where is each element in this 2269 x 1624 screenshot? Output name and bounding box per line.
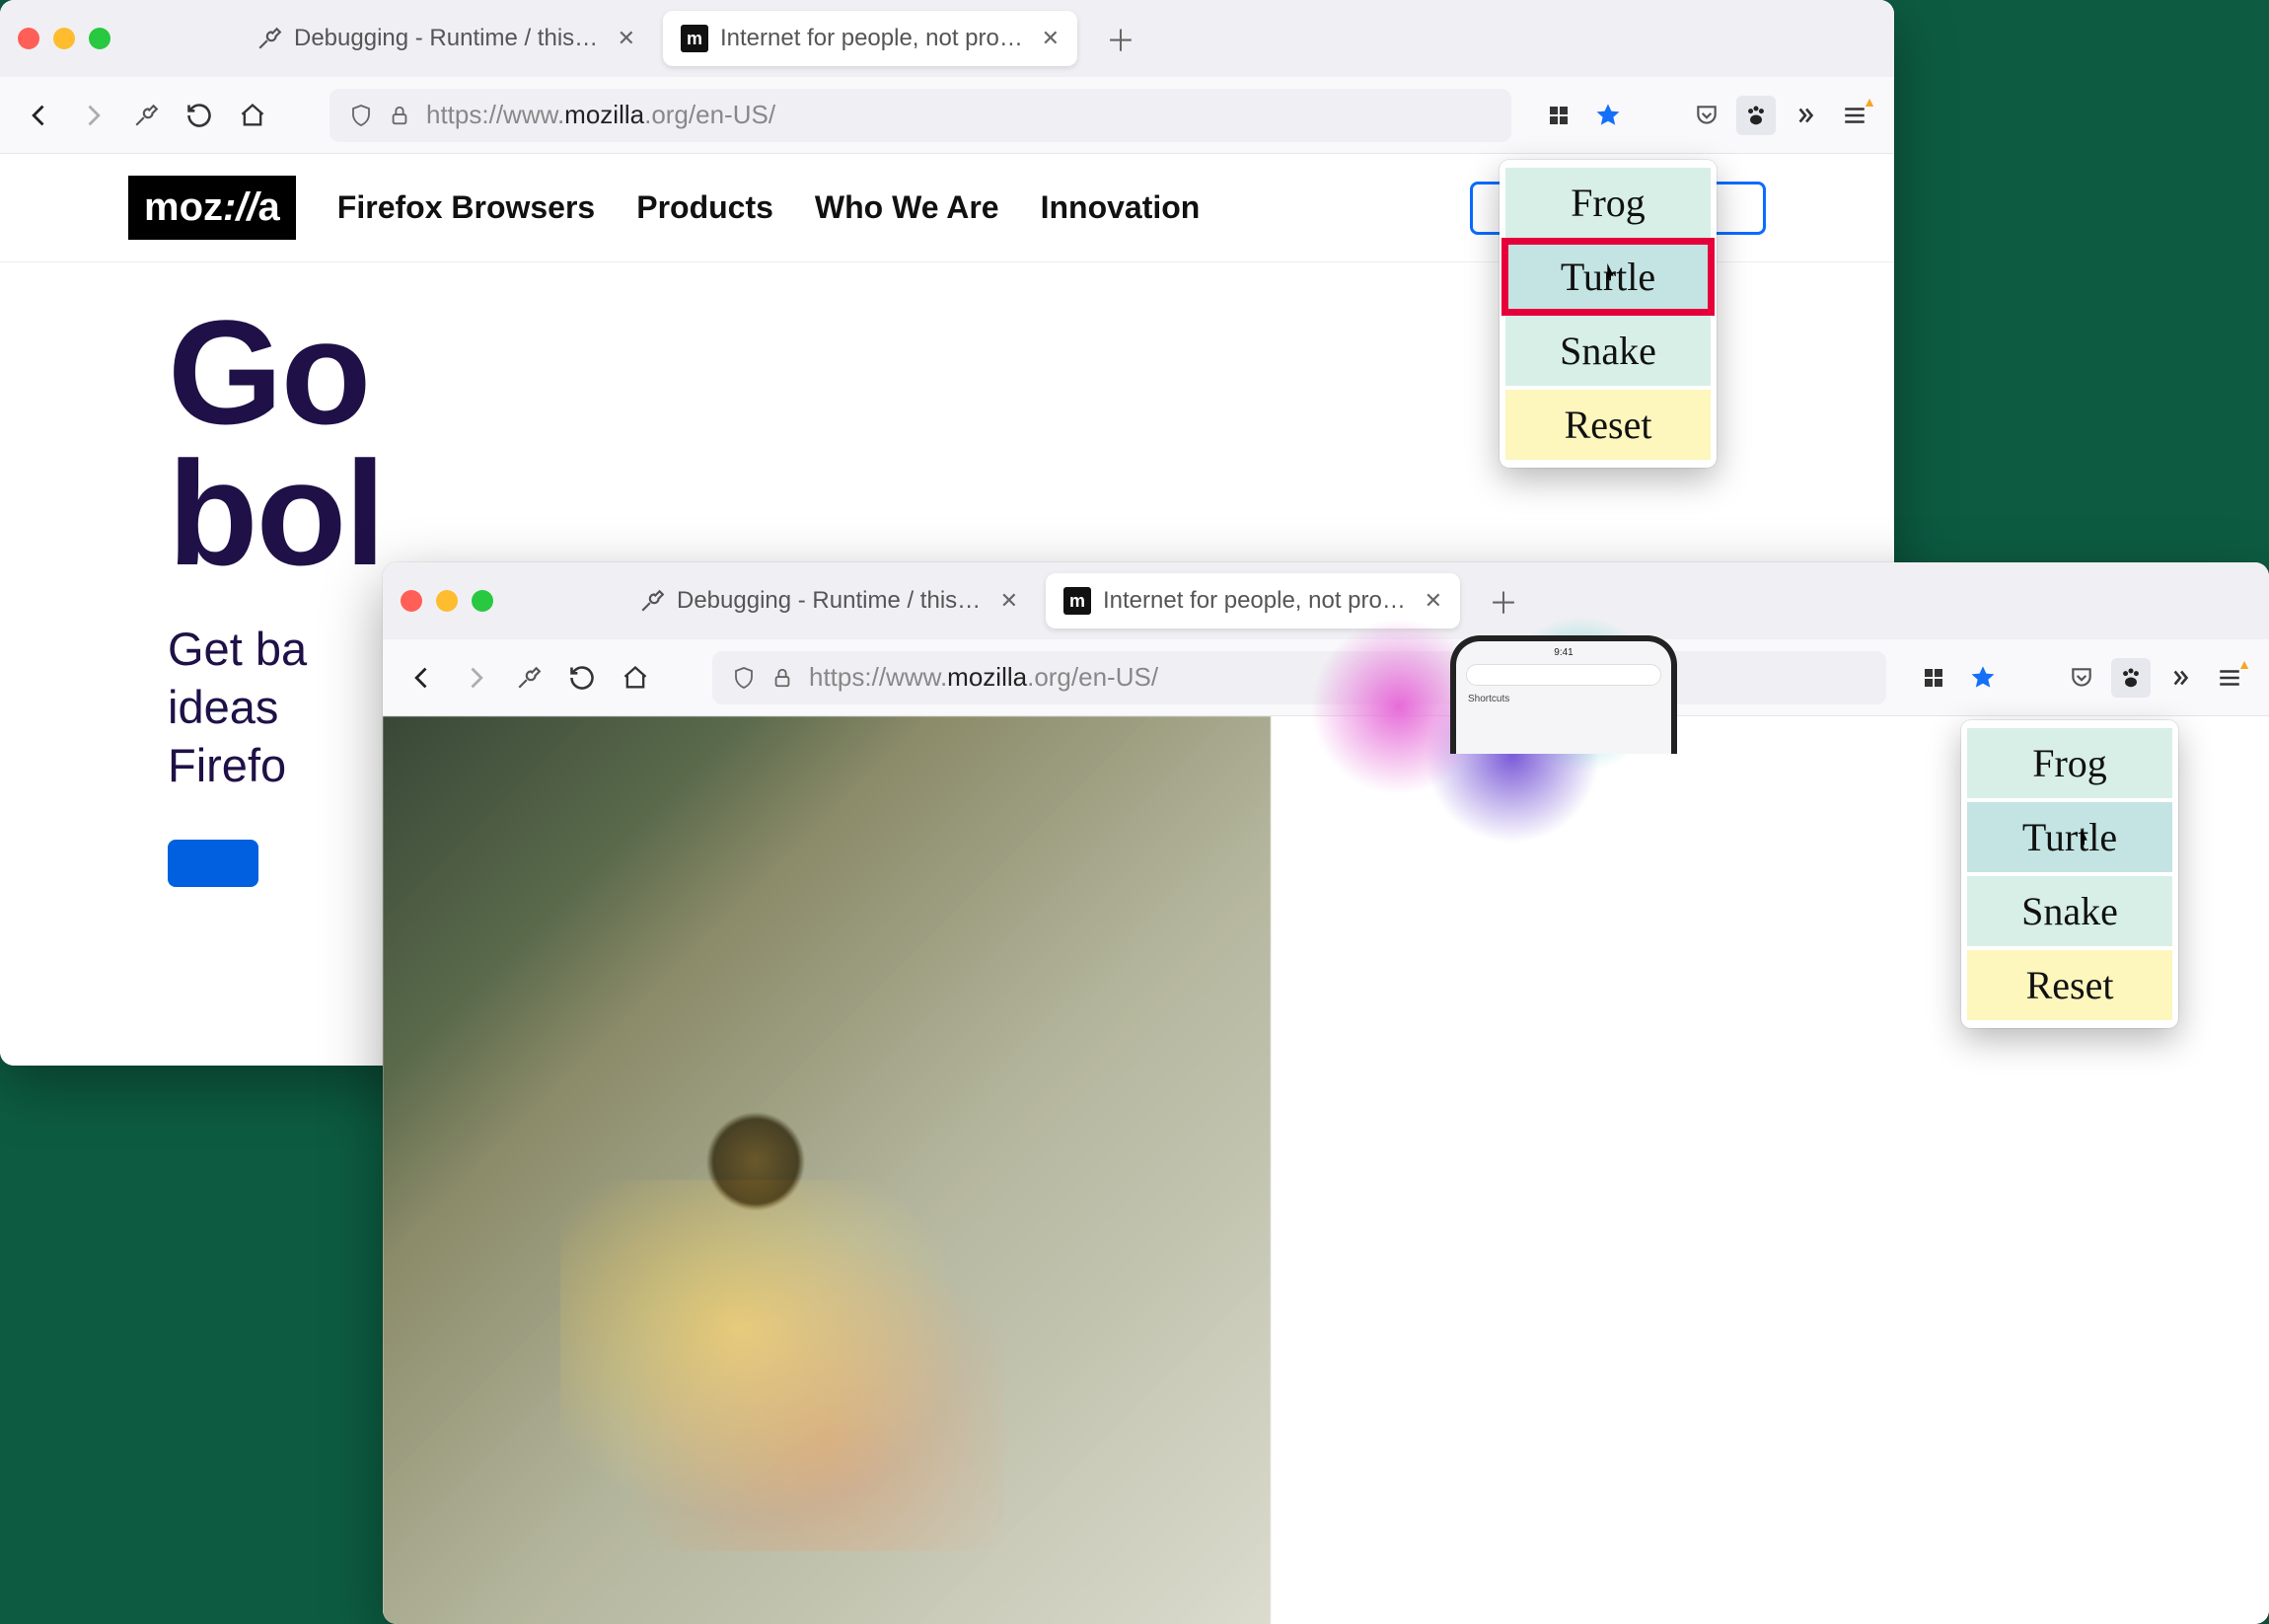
new-tab-button[interactable]: ＋	[1099, 17, 1142, 60]
overflow-icon[interactable]	[2160, 658, 2200, 698]
tab-debugging[interactable]: Debugging - Runtime / this-firefox ✕	[622, 573, 1036, 628]
mozilla-favicon: m	[681, 25, 708, 52]
tab-mozilla[interactable]: m Internet for people, not profit — ✕	[663, 11, 1077, 66]
navigation-toolbar: https://www.mozilla.org/en-US/ ▲	[0, 77, 1894, 154]
minimize-window-button[interactable]	[436, 590, 458, 612]
window-controls	[18, 28, 110, 49]
container-icon[interactable]	[1539, 96, 1578, 135]
url-text: https://www.mozilla.org/en-US/	[809, 662, 1158, 693]
close-tab-icon[interactable]: ✕	[618, 26, 635, 51]
paw-extension-button[interactable]	[1736, 96, 1776, 135]
popup-item-turtle[interactable]: Turtle	[1967, 802, 2172, 872]
shield-icon[interactable]	[349, 104, 373, 127]
forward-button[interactable]	[73, 96, 112, 135]
popup-item-frog[interactable]: Frog	[1967, 728, 2172, 798]
tab-debugging[interactable]: Debugging - Runtime / this-firefox ✕	[239, 11, 653, 66]
turtle-image	[383, 716, 1271, 1624]
home-button[interactable]	[616, 658, 655, 698]
container-icon[interactable]	[1914, 658, 1953, 698]
back-button[interactable]	[20, 96, 59, 135]
extension-popup: Frog Turtle Snake Reset	[1500, 160, 1717, 468]
maximize-window-button[interactable]	[472, 590, 493, 612]
bookmark-star-icon[interactable]	[1963, 658, 2003, 698]
popup-item-snake[interactable]: Snake	[1505, 316, 1711, 386]
tab-title: Debugging - Runtime / this-firefox	[294, 25, 600, 52]
window-controls	[401, 590, 493, 612]
hero-title: Gobol	[168, 302, 1726, 583]
close-tab-icon[interactable]: ✕	[1000, 588, 1018, 614]
bookmark-star-icon[interactable]	[1588, 96, 1628, 135]
firefox-menu-button[interactable]: ▲	[2210, 658, 2249, 698]
popup-item-turtle[interactable]: Turtle	[1505, 242, 1711, 312]
back-button[interactable]	[403, 658, 442, 698]
shield-icon[interactable]	[732, 666, 756, 690]
popup-item-frog[interactable]: Frog	[1505, 168, 1711, 238]
devtools-button[interactable]	[509, 658, 549, 698]
popup-item-reset[interactable]: Reset	[1505, 390, 1711, 460]
hero-cta-button[interactable]	[168, 840, 258, 887]
extension-popup: Frog Turtle Snake Reset	[1961, 720, 2178, 1028]
nav-who-we-are[interactable]: Who We Are	[815, 189, 999, 226]
reload-button[interactable]	[180, 96, 219, 135]
popup-item-snake[interactable]: Snake	[1967, 876, 2172, 946]
lock-icon[interactable]	[771, 667, 793, 689]
nav-innovation[interactable]: Innovation	[1041, 189, 1201, 226]
wrench-icon	[256, 26, 282, 51]
pocket-icon[interactable]	[1687, 96, 1726, 135]
firefox-menu-button[interactable]: ▲	[1835, 96, 1874, 135]
overflow-icon[interactable]	[1786, 96, 1825, 135]
minimize-window-button[interactable]	[53, 28, 75, 49]
lock-icon[interactable]	[389, 105, 410, 126]
paw-extension-button[interactable]	[2111, 658, 2151, 698]
tab-title: Internet for people, not profit —	[720, 25, 1024, 52]
tab-title: Debugging - Runtime / this-firefox	[677, 587, 983, 615]
close-window-button[interactable]	[401, 590, 422, 612]
mozilla-logo[interactable]: moz://a	[128, 176, 296, 240]
home-button[interactable]	[233, 96, 272, 135]
nav-firefox-browsers[interactable]: Firefox Browsers	[337, 189, 595, 226]
devtools-button[interactable]	[126, 96, 166, 135]
url-text: https://www.mozilla.org/en-US/	[426, 100, 775, 130]
forward-button[interactable]	[456, 658, 495, 698]
mozilla-favicon: m	[1063, 587, 1091, 615]
wrench-icon	[639, 588, 665, 614]
maximize-window-button[interactable]	[89, 28, 110, 49]
close-window-button[interactable]	[18, 28, 39, 49]
tab-strip: Debugging - Runtime / this-firefox ✕ m I…	[0, 0, 1894, 77]
popup-item-reset[interactable]: Reset	[1967, 950, 2172, 1020]
close-tab-icon[interactable]: ✕	[1042, 26, 1060, 51]
nav-products[interactable]: Products	[636, 189, 773, 226]
pocket-icon[interactable]	[2062, 658, 2101, 698]
address-bar[interactable]: https://www.mozilla.org/en-US/	[329, 89, 1511, 142]
phone-mockup: 9:41 Shortcuts	[1450, 635, 1677, 754]
reload-button[interactable]	[562, 658, 602, 698]
